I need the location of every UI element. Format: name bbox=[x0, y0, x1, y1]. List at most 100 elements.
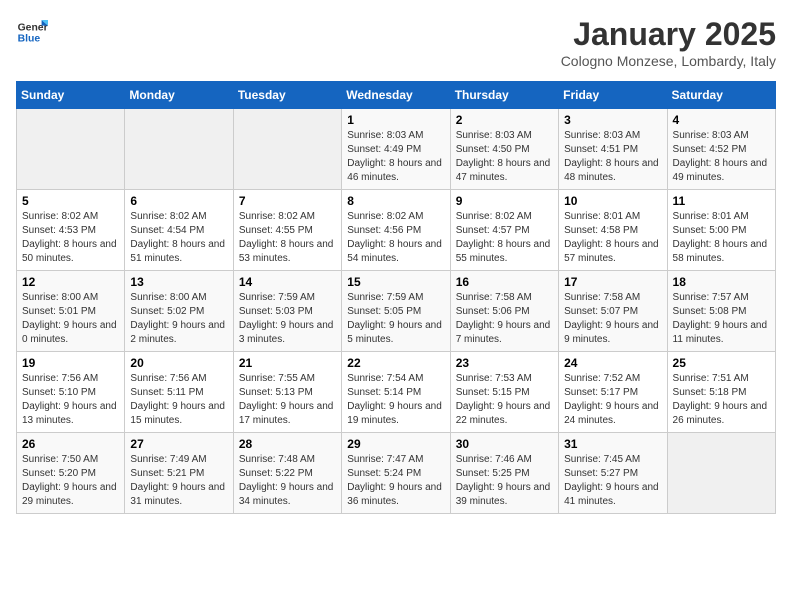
day-number: 7 bbox=[239, 194, 336, 208]
day-number: 25 bbox=[673, 356, 770, 370]
calendar-cell: 22 Sunrise: 7:54 AM Sunset: 5:14 PM Dayli… bbox=[342, 352, 450, 433]
day-info: Sunrise: 8:00 AM Sunset: 5:02 PM Dayligh… bbox=[130, 291, 227, 347]
calendar-cell: 5 Sunrise: 8:02 AM Sunset: 4:53 PM Daylig… bbox=[17, 190, 125, 271]
day-info: Sunrise: 7:51 AM Sunset: 5:18 PM Dayligh… bbox=[673, 372, 770, 428]
day-info: Sunrise: 8:03 AM Sunset: 4:52 PM Dayligh… bbox=[673, 129, 770, 185]
day-info: Sunrise: 8:02 AM Sunset: 4:53 PM Dayligh… bbox=[22, 210, 119, 266]
day-number: 24 bbox=[564, 356, 661, 370]
title-area: January 2025 Cologno Monzese, Lombardy, … bbox=[561, 16, 776, 69]
day-info: Sunrise: 8:02 AM Sunset: 4:57 PM Dayligh… bbox=[456, 210, 553, 266]
day-number: 9 bbox=[456, 194, 553, 208]
day-number: 10 bbox=[564, 194, 661, 208]
day-number: 19 bbox=[22, 356, 119, 370]
day-number: 16 bbox=[456, 275, 553, 289]
calendar-cell bbox=[667, 433, 775, 514]
svg-text:Blue: Blue bbox=[18, 34, 41, 45]
day-number: 20 bbox=[130, 356, 227, 370]
week-row-1: 5 Sunrise: 8:02 AM Sunset: 4:53 PM Daylig… bbox=[17, 190, 776, 271]
day-number: 1 bbox=[347, 113, 444, 127]
day-info: Sunrise: 7:59 AM Sunset: 5:03 PM Dayligh… bbox=[239, 291, 336, 347]
day-number: 15 bbox=[347, 275, 444, 289]
calendar-cell: 11 Sunrise: 8:01 AM Sunset: 5:00 PM Dayli… bbox=[667, 190, 775, 271]
day-number: 30 bbox=[456, 437, 553, 451]
day-info: Sunrise: 8:03 AM Sunset: 4:49 PM Dayligh… bbox=[347, 129, 444, 185]
header: General Blue January 2025 Cologno Monzes… bbox=[16, 16, 776, 69]
calendar-cell bbox=[233, 109, 341, 190]
calendar-cell: 7 Sunrise: 8:02 AM Sunset: 4:55 PM Daylig… bbox=[233, 190, 341, 271]
day-number: 4 bbox=[673, 113, 770, 127]
calendar-cell: 1 Sunrise: 8:03 AM Sunset: 4:49 PM Daylig… bbox=[342, 109, 450, 190]
calendar-cell: 2 Sunrise: 8:03 AM Sunset: 4:50 PM Daylig… bbox=[450, 109, 558, 190]
calendar-cell: 23 Sunrise: 7:53 AM Sunset: 5:15 PM Dayli… bbox=[450, 352, 558, 433]
calendar-cell: 30Sunrise: 7:46 AM Sunset: 5:25 PM Dayli… bbox=[450, 433, 558, 514]
calendar-cell: 4 Sunrise: 8:03 AM Sunset: 4:52 PM Daylig… bbox=[667, 109, 775, 190]
day-number: 14 bbox=[239, 275, 336, 289]
day-info: Sunrise: 8:03 AM Sunset: 4:50 PM Dayligh… bbox=[456, 129, 553, 185]
calendar-cell: 19 Sunrise: 7:56 AM Sunset: 5:10 PM Dayli… bbox=[17, 352, 125, 433]
day-info: Sunrise: 7:56 AM Sunset: 5:11 PM Dayligh… bbox=[130, 372, 227, 428]
day-info: Sunrise: 7:56 AM Sunset: 5:10 PM Dayligh… bbox=[22, 372, 119, 428]
day-number: 5 bbox=[22, 194, 119, 208]
calendar-cell: 31Sunrise: 7:45 AM Sunset: 5:27 PM Dayli… bbox=[559, 433, 667, 514]
day-number: 27 bbox=[130, 437, 227, 451]
calendar-cell: 18 Sunrise: 7:57 AM Sunset: 5:08 PM Dayli… bbox=[667, 271, 775, 352]
week-row-2: 12Sunrise: 8:00 AM Sunset: 5:01 PM Dayli… bbox=[17, 271, 776, 352]
calendar-cell: 12Sunrise: 8:00 AM Sunset: 5:01 PM Dayli… bbox=[17, 271, 125, 352]
calendar-cell: 24 Sunrise: 7:52 AM Sunset: 5:17 PM Dayli… bbox=[559, 352, 667, 433]
day-number: 13 bbox=[130, 275, 227, 289]
calendar-cell: 8 Sunrise: 8:02 AM Sunset: 4:56 PM Daylig… bbox=[342, 190, 450, 271]
location-subtitle: Cologno Monzese, Lombardy, Italy bbox=[561, 53, 776, 69]
calendar-cell: 25 Sunrise: 7:51 AM Sunset: 5:18 PM Dayli… bbox=[667, 352, 775, 433]
day-number: 26 bbox=[22, 437, 119, 451]
day-number: 3 bbox=[564, 113, 661, 127]
logo-icon: General Blue bbox=[16, 16, 48, 48]
day-info: Sunrise: 8:00 AM Sunset: 5:01 PM Dayligh… bbox=[22, 291, 119, 347]
day-number: 11 bbox=[673, 194, 770, 208]
calendar-cell: 21Sunrise: 7:55 AM Sunset: 5:13 PM Dayli… bbox=[233, 352, 341, 433]
day-number: 2 bbox=[456, 113, 553, 127]
day-info: Sunrise: 7:52 AM Sunset: 5:17 PM Dayligh… bbox=[564, 372, 661, 428]
day-info: Sunrise: 7:54 AM Sunset: 5:14 PM Dayligh… bbox=[347, 372, 444, 428]
week-row-0: 1 Sunrise: 8:03 AM Sunset: 4:49 PM Daylig… bbox=[17, 109, 776, 190]
day-info: Sunrise: 7:48 AM Sunset: 5:22 PM Dayligh… bbox=[239, 453, 336, 509]
calendar-cell: 15 Sunrise: 7:59 AM Sunset: 5:05 PM Dayli… bbox=[342, 271, 450, 352]
day-info: Sunrise: 8:02 AM Sunset: 4:55 PM Dayligh… bbox=[239, 210, 336, 266]
day-info: Sunrise: 7:53 AM Sunset: 5:15 PM Dayligh… bbox=[456, 372, 553, 428]
day-info: Sunrise: 7:59 AM Sunset: 5:05 PM Dayligh… bbox=[347, 291, 444, 347]
logo: General Blue bbox=[16, 16, 48, 48]
calendar-cell: 17Sunrise: 7:58 AM Sunset: 5:07 PM Dayli… bbox=[559, 271, 667, 352]
calendar-cell: 6 Sunrise: 8:02 AM Sunset: 4:54 PM Daylig… bbox=[125, 190, 233, 271]
day-info: Sunrise: 7:57 AM Sunset: 5:08 PM Dayligh… bbox=[673, 291, 770, 347]
day-number: 18 bbox=[673, 275, 770, 289]
day-number: 8 bbox=[347, 194, 444, 208]
day-info: Sunrise: 7:50 AM Sunset: 5:20 PM Dayligh… bbox=[22, 453, 119, 509]
day-info: Sunrise: 8:01 AM Sunset: 5:00 PM Dayligh… bbox=[673, 210, 770, 266]
day-info: Sunrise: 8:02 AM Sunset: 4:54 PM Dayligh… bbox=[130, 210, 227, 266]
weekday-header-monday: Monday bbox=[125, 82, 233, 109]
day-number: 28 bbox=[239, 437, 336, 451]
day-number: 23 bbox=[456, 356, 553, 370]
month-title: January 2025 bbox=[561, 16, 776, 53]
day-number: 17 bbox=[564, 275, 661, 289]
day-info: Sunrise: 7:47 AM Sunset: 5:24 PM Dayligh… bbox=[347, 453, 444, 509]
day-info: Sunrise: 8:03 AM Sunset: 4:51 PM Dayligh… bbox=[564, 129, 661, 185]
calendar-cell: 16 Sunrise: 7:58 AM Sunset: 5:06 PM Dayli… bbox=[450, 271, 558, 352]
calendar-cell: 13 Sunrise: 8:00 AM Sunset: 5:02 PM Dayli… bbox=[125, 271, 233, 352]
calendar-cell bbox=[17, 109, 125, 190]
day-number: 6 bbox=[130, 194, 227, 208]
calendar-cell: 27Sunrise: 7:49 AM Sunset: 5:21 PM Dayli… bbox=[125, 433, 233, 514]
calendar-cell bbox=[125, 109, 233, 190]
day-number: 22 bbox=[347, 356, 444, 370]
calendar-cell: 29 Sunrise: 7:47 AM Sunset: 5:24 PM Dayli… bbox=[342, 433, 450, 514]
day-info: Sunrise: 8:01 AM Sunset: 4:58 PM Dayligh… bbox=[564, 210, 661, 266]
day-info: Sunrise: 8:02 AM Sunset: 4:56 PM Dayligh… bbox=[347, 210, 444, 266]
weekday-header-tuesday: Tuesday bbox=[233, 82, 341, 109]
day-number: 29 bbox=[347, 437, 444, 451]
calendar-cell: 20 Sunrise: 7:56 AM Sunset: 5:11 PM Dayli… bbox=[125, 352, 233, 433]
day-info: Sunrise: 7:58 AM Sunset: 5:06 PM Dayligh… bbox=[456, 291, 553, 347]
weekday-header-wednesday: Wednesday bbox=[342, 82, 450, 109]
calendar-cell: 28 Sunrise: 7:48 AM Sunset: 5:22 PM Dayli… bbox=[233, 433, 341, 514]
day-info: Sunrise: 7:55 AM Sunset: 5:13 PM Dayligh… bbox=[239, 372, 336, 428]
calendar-cell: 14 Sunrise: 7:59 AM Sunset: 5:03 PM Dayli… bbox=[233, 271, 341, 352]
calendar-table: SundayMondayTuesdayWednesdayThursdayFrid… bbox=[16, 81, 776, 514]
